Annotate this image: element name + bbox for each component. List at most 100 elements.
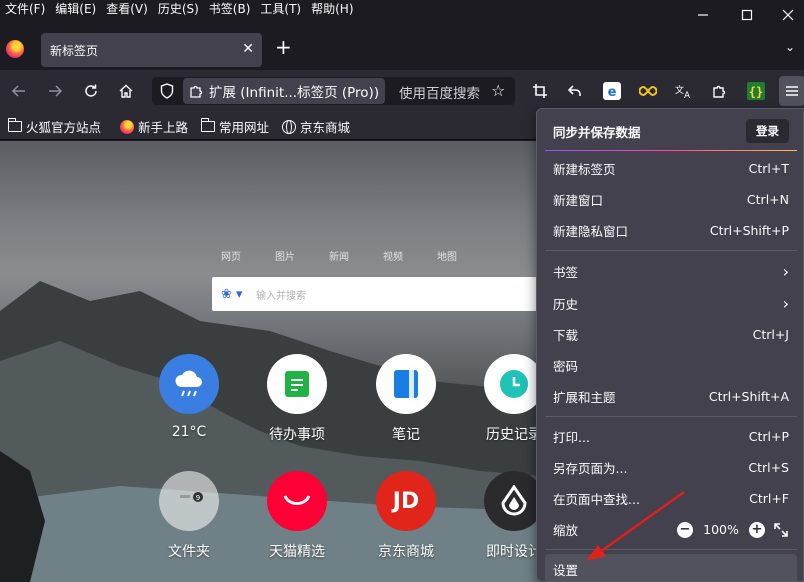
menu-save-page[interactable]: 另存页面为... Ctrl+S [545,452,797,483]
search-category-tabs: 网页 图片 新闻 视频 地图 [221,248,491,263]
menu-downloads[interactable]: 下载 Ctrl+J [545,319,797,350]
menu-separator [545,549,797,550]
bookmark-star-icon[interactable]: ☆ [491,81,505,100]
menu-item-label: 设置 [553,563,579,578]
sync-separator [545,150,797,151]
home-button[interactable] [113,78,139,104]
tile-notes[interactable]: 笔记 [366,354,446,444]
tile-label: 天猫精选 [269,544,325,560]
menu-item-label: 历史 [553,297,579,312]
folder-icon [7,118,22,132]
undo-close-button[interactable] [562,78,588,104]
menu-print[interactable]: 打印... Ctrl+P [545,421,797,452]
list-all-tabs-chevron-icon[interactable]: ⌄ [785,40,795,54]
zoom-in-button[interactable]: + [749,521,765,538]
baidu-paw-icon[interactable]: ❀ ▾ [221,287,243,302]
menu-separator [545,416,797,417]
extensions-button[interactable] [707,78,733,104]
bookmark-label: 火狐官方站点 [26,120,102,135]
zoom-reset-value[interactable]: 100% [701,522,741,537]
hamburger-menu-icon [786,86,798,96]
search-tab-images[interactable]: 图片 [275,248,329,263]
menu-item-shortcut: Ctrl+T [748,161,789,176]
menu-item-label: 打印... [553,430,590,445]
new-tab-button[interactable]: + [275,37,292,57]
tile-label: 21°C [171,424,207,440]
tile-folder[interactable]: 9 文件夹 [149,471,229,561]
search-tab-news[interactable]: 新闻 [329,248,383,263]
crop-icon [533,84,547,98]
menu-history[interactable]: 历史(S) [153,0,204,18]
menu-bookmarks[interactable]: 书签(B) [204,0,256,18]
bookmark-label: 京东商城 [300,120,351,135]
bookmark-getting-started[interactable]: 新手上路 [120,117,188,136]
puzzle-icon [190,85,203,98]
menu-bar: 文件(F) 编辑(E) 查看(V) 历史(S) 书签(B) 工具(T) 帮助(H… [0,0,359,18]
reload-button[interactable] [78,78,104,104]
menu-passwords[interactable]: 密码 [545,350,797,381]
bookmark-jd-mall[interactable]: 京东商城 [282,117,350,136]
svg-text:A: A [684,91,691,99]
menu-new-window[interactable]: 新建窗口 Ctrl+N [545,184,797,215]
undo-arrow-icon [567,85,581,96]
menu-item-shortcut: Ctrl+S [748,460,789,475]
search-tab-video[interactable]: 视频 [383,248,437,263]
menu-new-private-window[interactable]: 新建隐私窗口 Ctrl+Shift+P [545,215,797,246]
weather-icon [159,354,219,414]
fullscreen-expand-icon[interactable] [773,522,789,538]
menu-addons-themes[interactable]: 扩展和主题 Ctrl+Shift+A [545,381,797,412]
menu-tools[interactable]: 工具(T) [255,0,306,18]
bookmark-folder-common-sites[interactable]: 常用网址 [200,117,269,136]
open-application-menu-button[interactable] [779,76,804,106]
json-extension-button[interactable]: {} [743,78,769,104]
tile-todo[interactable]: 待办事项 [257,354,337,444]
zoom-out-button[interactable]: − [677,521,693,538]
chevron-right-icon: › [782,262,789,281]
search-input[interactable]: 输入并搜索 [256,287,306,302]
menu-help[interactable]: 帮助(H) [306,0,358,18]
tracking-protection-shield-icon[interactable] [160,83,174,99]
url-input[interactable]: 使用百度搜索 [399,82,480,102]
menu-item-label: 新建窗口 [553,193,604,208]
tile-tmall[interactable]: 天猫精选 [257,471,337,561]
jd-logo: JD [392,488,420,514]
menu-find-in-page[interactable]: 在页面中查找... Ctrl+F [545,483,797,514]
bookmark-folder-firefox-official[interactable]: 火狐官方站点 [7,117,102,136]
menu-item-label: 密码 [553,359,579,374]
maximize-button[interactable] [724,0,770,30]
menu-item-label: 书签 [553,265,579,280]
menu-edit[interactable]: 编辑(E) [50,0,101,18]
menu-view[interactable]: 查看(V) [101,0,153,18]
translate-extension-button[interactable]: 文A [671,78,697,104]
search-box[interactable]: ❀ ▾ 输入并搜索 [212,277,542,311]
forward-button[interactable] [42,78,68,104]
menu-item-label: 扩展和主题 [553,390,616,405]
tab-new-tab[interactable]: 新标签页 ✕ [41,33,262,67]
menu-history[interactable]: 历史 › [545,288,797,319]
infinity-extension-button[interactable] [635,78,661,104]
minimize-button[interactable] [680,0,726,30]
close-tab-icon[interactable]: ✕ [242,41,254,57]
tile-jd[interactable]: JD 京东商城 [366,471,446,561]
firefox-icon [120,119,134,134]
tmall-icon [267,471,327,531]
screenshot-button[interactable] [527,78,553,104]
extension-identity-chip[interactable]: 扩展 (Infinit...标签页 (Pro)) [183,78,385,104]
firefox-view-icon[interactable] [6,40,24,58]
search-tab-web[interactable]: 网页 [221,248,275,263]
tile-weather[interactable]: 21°C [149,354,229,440]
search-tab-map[interactable]: 地图 [437,248,491,263]
home-icon [119,84,133,98]
arrow-right-icon [49,85,63,97]
menu-file[interactable]: 文件(F) [0,0,50,18]
sync-title: 同步并保存数据 [553,124,641,140]
menu-settings[interactable]: 设置 [545,554,797,581]
menu-bookmarks[interactable]: 书签 › [545,256,797,287]
sync-section[interactable]: 同步并保存数据 登录 [545,115,797,147]
login-button[interactable]: 登录 [746,119,789,143]
menu-new-tab[interactable]: 新建标签页 Ctrl+T [545,153,797,184]
ie-tab-extension-button[interactable]: e [599,78,625,104]
close-window-button[interactable] [765,0,804,30]
url-bar[interactable]: 扩展 (Infinit...标签页 (Pro)) 使用百度搜索 ☆ [152,77,515,105]
back-button[interactable] [6,78,32,104]
